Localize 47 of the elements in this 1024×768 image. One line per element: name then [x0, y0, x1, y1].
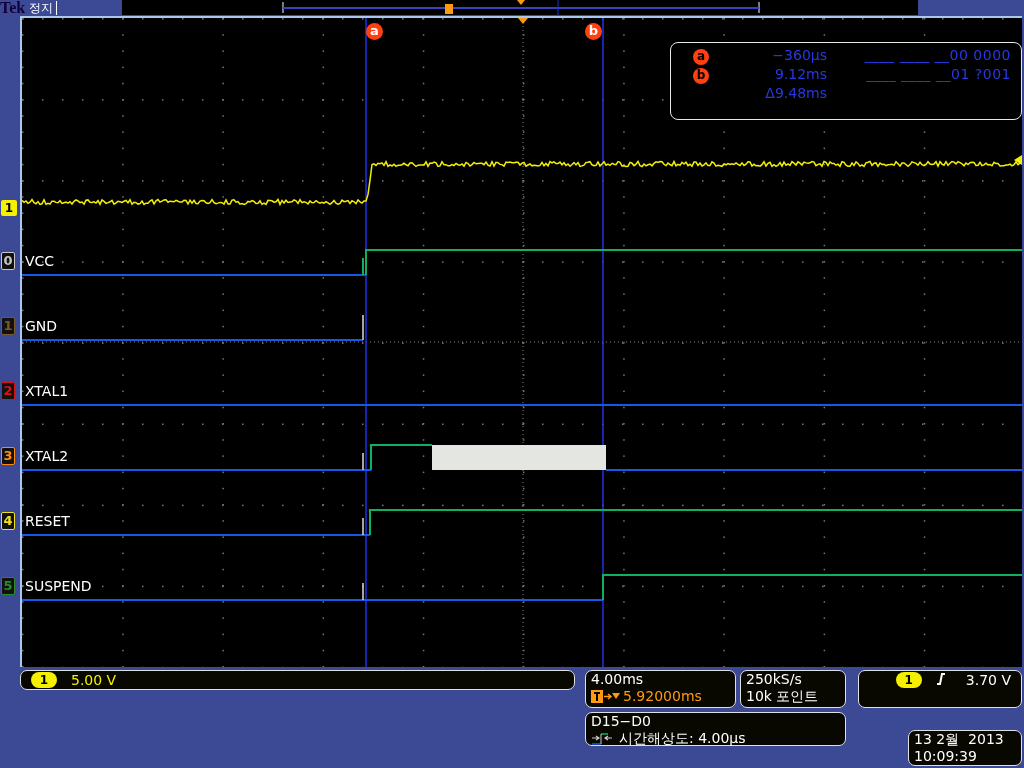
record-length: 10k 포인트 — [746, 688, 820, 705]
trigger-position: 5.92000ms — [623, 688, 702, 705]
cursor-bits: ____ ____ __01 ?001 — [865, 66, 1011, 84]
time: 10:09:39 — [914, 748, 978, 765]
trigger-delay-icon — [591, 690, 621, 703]
channel-label: VCC — [25, 253, 55, 269]
cursor-time: −360µs — [771, 47, 828, 65]
channel-marker[interactable]: 4 — [1, 512, 15, 530]
time-scale: 4.00ms — [591, 671, 645, 688]
channel-label: RESET — [25, 513, 70, 529]
channel-marker[interactable]: 3 — [1, 447, 15, 465]
trigger-level: 3.70 V — [965, 672, 1011, 689]
cursor-line[interactable] — [602, 18, 604, 667]
run-status: 정지 — [29, 1, 58, 15]
brand-logo: Tek — [0, 0, 26, 16]
cursor-b-label[interactable]: b — [585, 23, 602, 40]
vertical-scale: 5.00 V — [71, 671, 117, 689]
channel-marker[interactable]: 5 — [1, 577, 15, 595]
channel-marker[interactable]: 0 — [1, 252, 15, 270]
date: 13 2월 2013 — [914, 731, 1005, 748]
channel-label: SUSPEND — [25, 578, 92, 594]
trigger-box[interactable]: 1 3.70 V — [858, 670, 1022, 708]
timebase-box[interactable]: 4.00ms 5.92000ms — [585, 670, 736, 708]
cursor-time: 9.12ms — [773, 66, 828, 84]
sample-rate: 250kS/s — [746, 671, 803, 688]
trigger-level-icon — [1014, 155, 1022, 165]
channel-badge: 1 — [31, 672, 57, 688]
cursor-badge: a — [693, 48, 709, 65]
rising-edge-icon — [935, 672, 946, 686]
channel-marker[interactable]: 1 — [1, 200, 17, 216]
timing-resolution: 시간해상도: 4.00µs — [619, 730, 746, 747]
cursor-delta: Δ9.48ms — [764, 85, 828, 103]
trigger-position-icon — [518, 18, 528, 24]
vertical-scale-box[interactable]: 1 5.00 V — [20, 670, 575, 690]
channel-marker[interactable]: 2 — [1, 382, 15, 400]
cursor-bits: ____ ____ __00 0000 — [863, 47, 1011, 65]
timing-resolution-icon — [591, 732, 613, 745]
cursor-line[interactable] — [365, 18, 367, 667]
channel-label: GND — [25, 318, 58, 334]
digital-group-label: D15−D0 — [591, 713, 652, 730]
acquisition-box[interactable]: 250kS/s 10k 포인트 — [740, 670, 846, 708]
cursor-a-label[interactable]: a — [366, 23, 383, 40]
cursor-badge: b — [693, 67, 709, 84]
channel-label: XTAL2 — [25, 448, 69, 464]
channel-badge: 1 — [895, 672, 922, 688]
channel-label: XTAL1 — [25, 383, 69, 399]
digital-group-box[interactable]: D15−D0 시간해상도: 4.00µs — [585, 712, 846, 746]
